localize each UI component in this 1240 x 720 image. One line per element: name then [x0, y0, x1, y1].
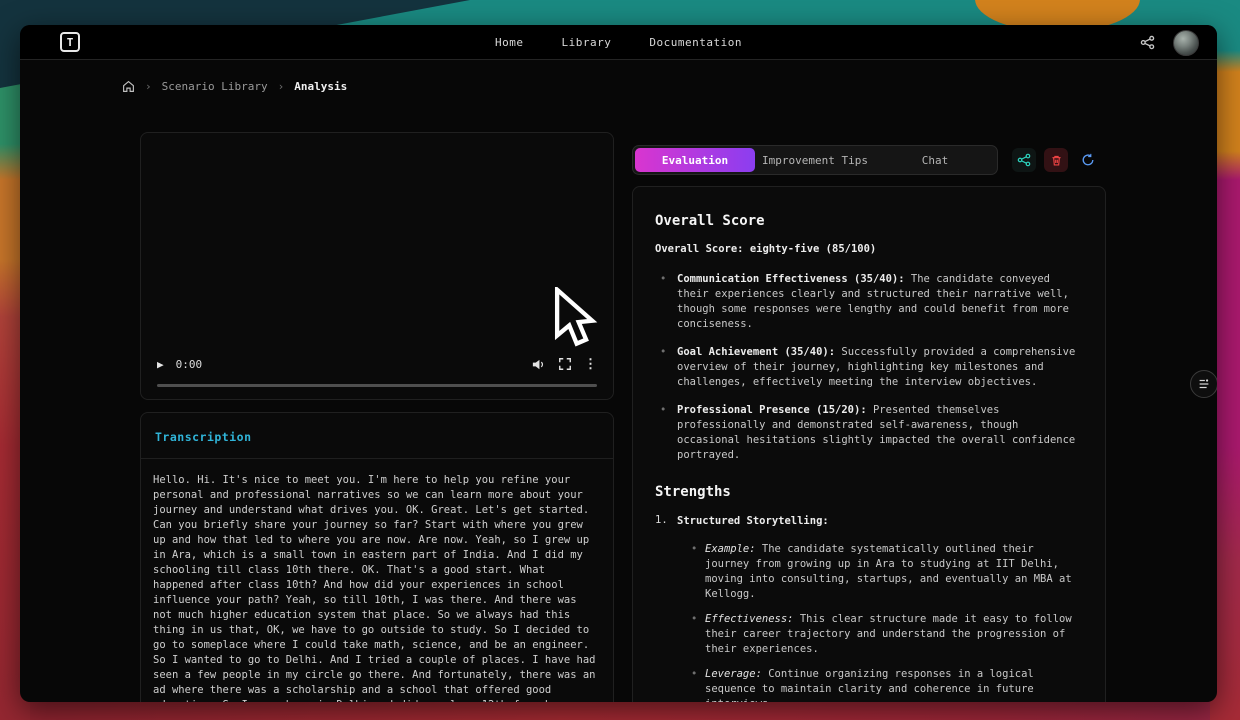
strength-point: Effectiveness: This clear structure made… [691, 612, 1083, 657]
play-button-icon[interactable]: ▶ [157, 358, 164, 371]
nav-item-home[interactable]: Home [495, 36, 524, 49]
breadcrumb-scenario-library[interactable]: Scenario Library [162, 80, 268, 93]
share-analysis-button[interactable] [1012, 148, 1036, 172]
user-avatar[interactable] [1173, 30, 1199, 56]
video-controls: ▶ 0:00 ⋮ [141, 351, 613, 377]
nav-links: Home Library Documentation [495, 36, 742, 49]
overall-score-value: Overall Score: eighty-five (85/100) [655, 243, 1083, 255]
score-item-label: Professional Presence (15/20): [677, 404, 867, 416]
share-icon[interactable] [1140, 35, 1155, 50]
analysis-panel: Evaluation Improvement Tips Chat [632, 145, 1106, 702]
strength-point: Leverage: Continue organizing responses … [691, 667, 1083, 702]
evaluation-content: Overall Score Overall Score: eighty-five… [632, 186, 1106, 702]
transcription-header: Transcription [141, 413, 613, 459]
score-item: Professional Presence (15/20): Presented… [655, 403, 1083, 463]
transcription-title: Transcription [155, 430, 252, 444]
analysis-actions [1012, 148, 1100, 172]
point-text: The candidate systematically outlined th… [705, 543, 1072, 600]
nav-item-library[interactable]: Library [562, 36, 612, 49]
point-label: Example: [705, 543, 756, 555]
video-player[interactable]: ▶ 0:00 ⋮ [140, 132, 614, 400]
app-window: T Home Library Documentation › Scenario … [20, 25, 1217, 702]
app-logo[interactable]: T [60, 32, 80, 52]
breadcrumb-chevron: › [278, 80, 285, 93]
strength-points-list: Example: The candidate systematically ou… [677, 542, 1083, 702]
video-progress-bar[interactable] [157, 384, 597, 387]
delete-button[interactable] [1044, 148, 1068, 172]
tab-chat[interactable]: Chat [875, 148, 995, 172]
video-menu-icon[interactable]: ⋮ [584, 357, 597, 372]
navbar-right [1140, 25, 1199, 60]
score-item: Goal Achievement (35/40): Successfully p… [655, 345, 1083, 390]
home-icon[interactable] [122, 80, 135, 93]
top-navbar: T Home Library Documentation [20, 25, 1217, 60]
strength-title: Structured Storytelling: [677, 514, 1083, 529]
strength-item: 1. Structured Storytelling: Example: The… [655, 514, 1083, 702]
overall-score-heading: Overall Score [655, 213, 1083, 229]
fullscreen-icon[interactable] [558, 357, 572, 371]
analysis-tabs: Evaluation Improvement Tips Chat [632, 145, 998, 175]
point-label: Leverage: [705, 668, 762, 680]
strengths-heading: Strengths [655, 484, 1083, 500]
tab-evaluation[interactable]: Evaluation [635, 148, 755, 172]
video-timestamp: 0:00 [176, 358, 203, 371]
score-item-label: Communication Effectiveness (35/40): [677, 273, 905, 285]
score-item-label: Goal Achievement (35/40): [677, 346, 835, 358]
breadcrumb-analysis: Analysis [294, 80, 347, 93]
transcription-panel: Transcription Hello. Hi. It's nice to me… [140, 412, 614, 702]
score-item: Communication Effectiveness (35/40): The… [655, 272, 1083, 332]
refresh-button[interactable] [1076, 148, 1100, 172]
score-breakdown-list: Communication Effectiveness (35/40): The… [655, 272, 1083, 463]
panel-settings-button[interactable] [1190, 370, 1217, 398]
transcription-text: Hello. Hi. It's nice to meet you. I'm he… [141, 459, 613, 702]
strength-number: 1. [655, 514, 668, 526]
strength-point: Example: The candidate systematically ou… [691, 542, 1083, 602]
volume-icon[interactable] [531, 357, 546, 372]
breadcrumb: › Scenario Library › Analysis [20, 60, 1217, 93]
analysis-toolbar: Evaluation Improvement Tips Chat [632, 145, 1106, 175]
tab-improvement-tips[interactable]: Improvement Tips [755, 148, 875, 172]
breadcrumb-chevron: › [145, 80, 152, 93]
nav-item-documentation[interactable]: Documentation [649, 36, 742, 49]
point-label: Effectiveness: [705, 613, 794, 625]
